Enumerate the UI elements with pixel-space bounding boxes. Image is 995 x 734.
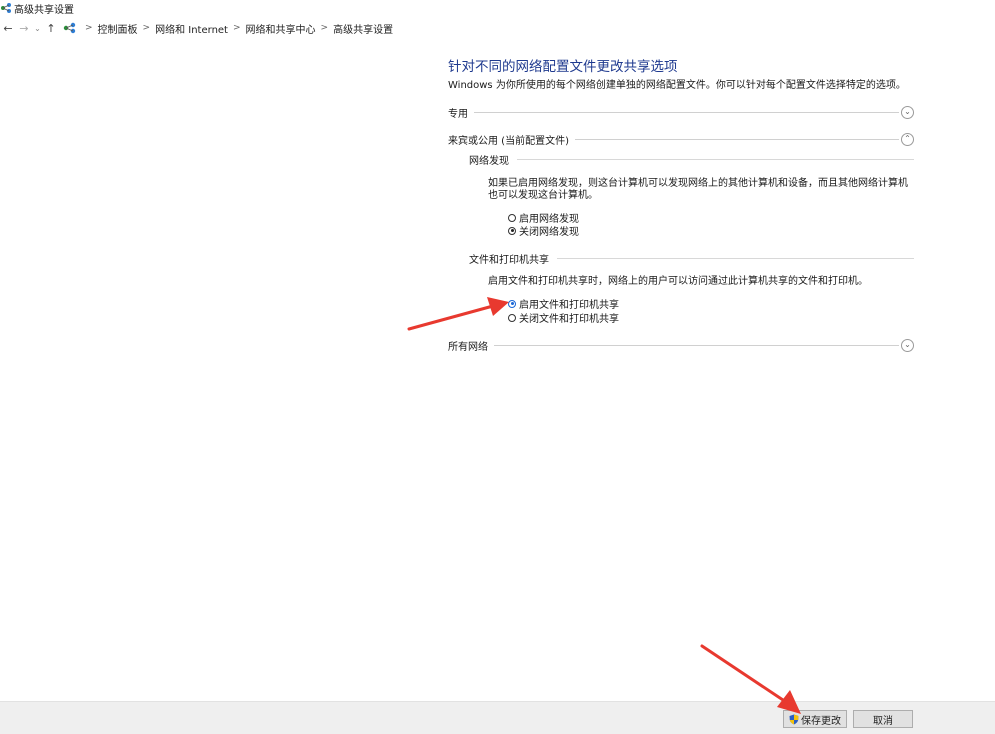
radio-disable-file-printer-sharing[interactable]: 关闭文件和打印机共享 [508,310,619,325]
radio-label[interactable]: 启用文件和打印机共享 [519,296,619,311]
radio-button[interactable] [508,213,516,222]
chevron-right-icon: > [85,23,93,33]
cancel-button[interactable]: 取消 [853,710,913,728]
back-button[interactable]: ← [0,20,16,36]
window-title: 高级共享设置 [14,4,74,16]
section-private[interactable]: 专用 ⌄ [448,104,914,120]
radio-label[interactable]: 关闭文件和打印机共享 [519,310,619,325]
section-guest-public[interactable]: 来宾或公用 (当前配置文件) ⌃ [448,131,914,147]
divider [494,344,899,346]
save-changes-label: 保存更改 [801,715,841,727]
save-changes-button[interactable]: 保存更改 [783,710,847,728]
section-all-networks[interactable]: 所有网络 ⌄ [448,337,914,353]
subsection-file-printer-sharing: 文件和打印机共享 [469,251,914,266]
network-discovery-description: 如果已启用网络发现，则这台计算机可以发现网络上的其他计算机和设备，而且其他网络计… [488,178,908,201]
uac-shield-icon [789,714,799,724]
breadcrumb-network-sharing-center[interactable]: 网络和共享中心 [246,21,316,36]
breadcrumb-advanced-sharing[interactable]: 高级共享设置 [333,21,393,36]
chevron-up-icon[interactable]: ⌃ [901,132,914,146]
subsection-network-discovery: 网络发现 [469,152,914,167]
section-private-label: 专用 [448,108,468,120]
radio-enable-file-printer-sharing[interactable]: 启用文件和打印机共享 [508,296,619,311]
address-bar: ← → ⌄ ↑ > 控制面板 > 网络和 Internet > 网络和共享中心 … [0,18,995,38]
radio-button[interactable] [508,313,516,322]
divider [557,257,914,259]
radio-button-selected[interactable] [508,299,516,308]
network-discovery-label: 网络发现 [469,155,509,167]
main-header: 针对不同的网络配置文件更改共享选项 Windows 为你所使用的每个网络创建单独… [448,58,918,93]
divider [574,138,899,140]
up-button[interactable]: ↑ [43,20,59,36]
page-description: Windows 为你所使用的每个网络创建单独的网络配置文件。你可以针对每个配置文… [448,80,906,91]
file-printer-sharing-label: 文件和打印机共享 [469,254,549,266]
radio-button-selected[interactable] [508,226,516,235]
breadcrumb-network-internet[interactable]: 网络和 Internet [155,21,228,36]
annotation-arrow [407,297,509,331]
chevron-right-icon: > [232,23,241,33]
radio-disable-network-discovery[interactable]: 关闭网络发现 [508,223,579,238]
section-guest-public-label: 来宾或公用 (当前配置文件) [448,135,569,147]
chevron-right-icon: > [320,23,329,33]
chevron-down-icon[interactable]: ⌄ [901,338,914,352]
chevron-down-icon[interactable]: ⌄ [901,105,914,119]
window-titlebar: 高级共享设置 [0,0,995,16]
chevron-right-icon: > [142,23,151,33]
recent-locations-button[interactable]: ⌄ [32,20,43,36]
footer-bar: 保存更改 取消 [0,701,995,734]
radio-label[interactable]: 关闭网络发现 [519,223,579,238]
section-all-networks-label: 所有网络 [448,341,488,353]
breadcrumb-control-panel[interactable]: 控制面板 [98,21,138,36]
file-printer-sharing-description: 启用文件和打印机共享时，网络上的用户可以访问通过此计算机共享的文件和打印机。 [488,276,868,287]
forward-button[interactable]: → [16,20,32,36]
divider [517,158,914,160]
divider [474,111,899,113]
network-icon [1,3,11,13]
network-icon [63,22,76,34]
page-title: 针对不同的网络配置文件更改共享选项 [448,59,678,75]
